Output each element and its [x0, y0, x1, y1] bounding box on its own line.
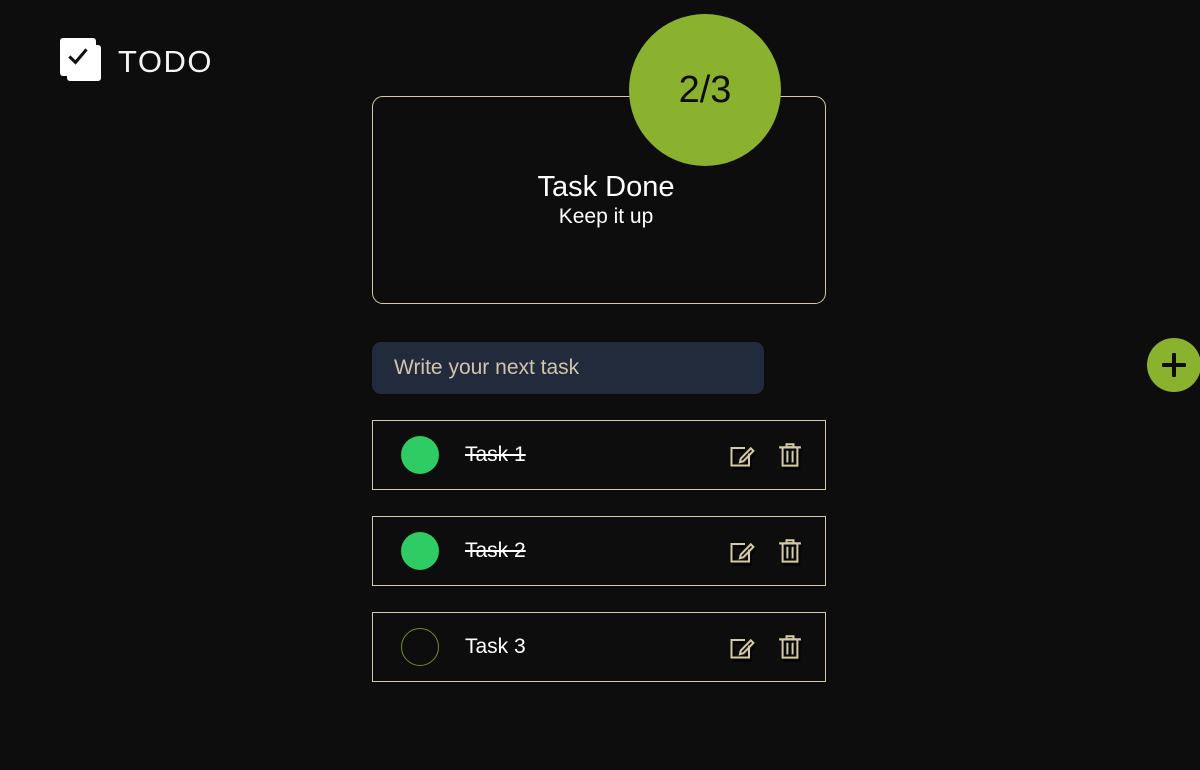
- trash-icon[interactable]: [773, 438, 807, 472]
- task-actions: [725, 630, 807, 664]
- task-toggle-done-icon[interactable]: [401, 532, 439, 570]
- task-label: Task 3: [465, 635, 526, 658]
- logo-front-square: [60, 38, 96, 76]
- task-list: Task 1 Task 2 Task 3: [372, 420, 826, 682]
- checkbox-stack-icon: [60, 38, 104, 84]
- task-row[interactable]: Task 3: [372, 612, 826, 682]
- pencil-square-icon[interactable]: [725, 438, 759, 472]
- progress-text-group: Task Done Keep it up: [523, 170, 674, 230]
- add-task-button[interactable]: [1147, 338, 1200, 392]
- progress-subheading: Keep it up: [558, 204, 654, 228]
- brand-header: TODO: [60, 38, 213, 84]
- task-row[interactable]: Task 1: [372, 420, 826, 490]
- task-actions: [725, 534, 807, 568]
- app-title: TODO: [118, 43, 213, 79]
- new-task-input[interactable]: [372, 342, 764, 394]
- pencil-square-icon[interactable]: [725, 630, 759, 664]
- progress-heading: Task Done: [537, 170, 675, 203]
- progress-card: Task Done Keep it up 2/3: [372, 14, 826, 304]
- task-toggle-done-icon[interactable]: [401, 436, 439, 474]
- task-label: Task 2: [465, 539, 526, 562]
- task-toggle-pending-icon[interactable]: [401, 628, 439, 666]
- task-composer: [372, 338, 1200, 394]
- trash-icon[interactable]: [773, 534, 807, 568]
- app-root: TODO Task Done Keep it up 2/3 Task 1: [0, 0, 1200, 770]
- pencil-square-icon[interactable]: [725, 534, 759, 568]
- progress-ratio-circle: 2/3: [629, 14, 781, 166]
- progress-ratio-text: 2/3: [678, 69, 732, 111]
- task-row[interactable]: Task 2: [372, 516, 826, 586]
- task-label: Task 1: [465, 443, 526, 466]
- trash-icon[interactable]: [773, 630, 807, 664]
- task-actions: [725, 438, 807, 472]
